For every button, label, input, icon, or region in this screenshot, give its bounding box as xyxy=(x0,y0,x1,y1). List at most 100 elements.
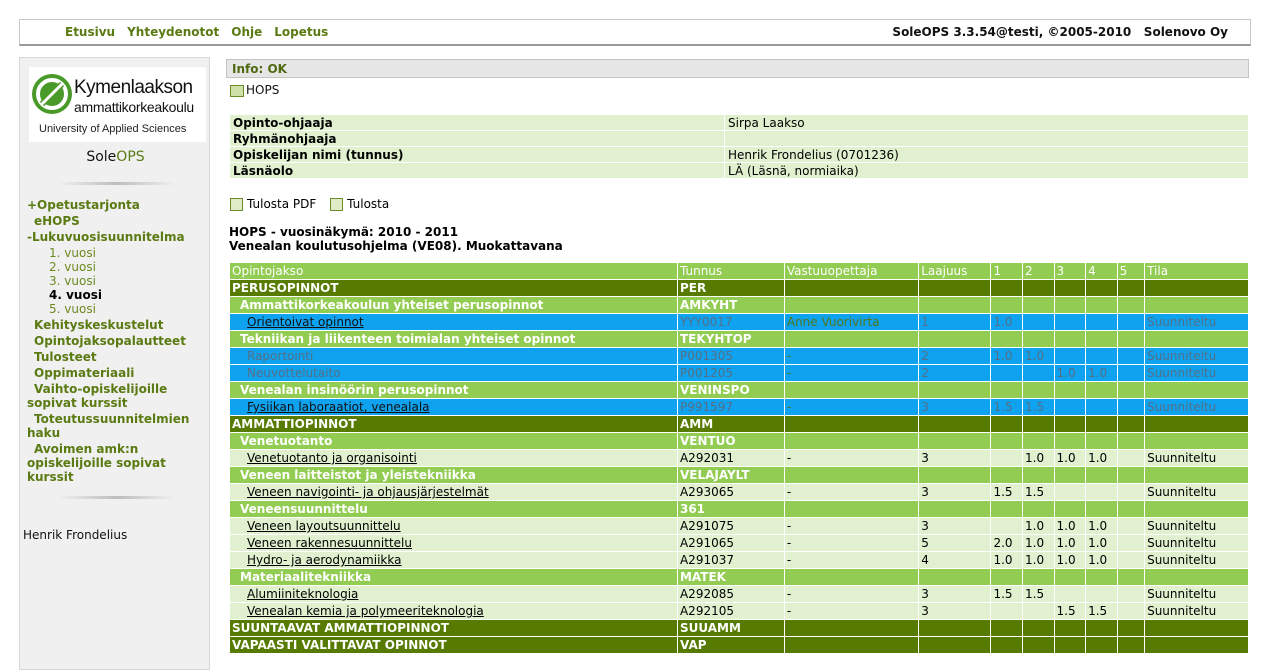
course-name-link[interactable]: Hydro- ja aerodynamiikka xyxy=(247,553,401,567)
empty-cell xyxy=(784,416,919,432)
empty-cell xyxy=(1117,637,1145,653)
menu-oppimateriaali[interactable]: Oppimateriaali xyxy=(27,366,207,380)
print-button[interactable]: Tulosta xyxy=(330,197,389,211)
course-name[interactable]: Venealan kemia ja polymeeriteknologia xyxy=(230,603,677,619)
course-name[interactable]: Venetuotanto ja organisointi xyxy=(230,450,677,466)
section-name: Venetuotanto xyxy=(230,433,677,449)
print-pdf-button[interactable]: Tulosta PDF xyxy=(230,197,316,211)
nav-ohje[interactable]: Ohje xyxy=(231,25,262,39)
course-credits: 1 xyxy=(919,314,991,330)
empty-cell xyxy=(1117,297,1145,313)
menu-avoimen-amk[interactable]: Avoimen amk:n opiskelijoille sopivat kur… xyxy=(27,442,207,484)
course-name-link[interactable]: Venealan kemia ja polymeeriteknologia xyxy=(247,604,484,618)
info-row: Opiskelijan nimi (tunnus) Henrik Frondeli… xyxy=(230,147,1248,162)
empty-cell xyxy=(1117,331,1145,347)
empty-cell xyxy=(919,433,991,449)
empty-cell xyxy=(991,297,1023,313)
course-name[interactable]: Orientoivat opinnot xyxy=(230,314,677,330)
print-actions: Tulosta PDF Tulosta xyxy=(230,197,389,211)
course-credits: 2 xyxy=(919,348,991,364)
course-name-link[interactable]: Veneen rakennesuunnittelu xyxy=(247,536,412,550)
course-code: A291037 xyxy=(677,552,784,568)
top-bar: Etusivu Yhteydenotot Ohje Lopetus SoleOP… xyxy=(19,19,1251,46)
course-code: P001205 xyxy=(677,365,784,381)
menu-opetustarjonta[interactable]: +Opetustarjonta xyxy=(27,198,207,212)
subsection-row: Veneensuunnittelu 361 xyxy=(230,501,1248,517)
nav-etusivu[interactable]: Etusivu xyxy=(65,25,115,39)
course-status: Suunniteltu xyxy=(1145,365,1248,381)
course-name[interactable]: Veneen rakennesuunnittelu xyxy=(230,535,677,551)
section-row: VAPAASTI VALITTAVAT OPINNOT VAP xyxy=(230,637,1248,653)
empty-cell xyxy=(1086,382,1117,398)
course-name[interactable]: Hydro- ja aerodynamiikka xyxy=(230,552,677,568)
menu-vaihto[interactable]: Vaihto-opiskelijoille sopivat kurssit xyxy=(27,382,207,410)
period-value: 1.0 xyxy=(1086,450,1117,466)
period-value xyxy=(1117,450,1145,466)
menu-year-4[interactable]: 4. vuosi xyxy=(27,288,207,302)
section-name: SUUNTAAVAT AMMATTIOPINNOT xyxy=(230,620,677,636)
menu-year-2[interactable]: 2. vuosi xyxy=(27,260,207,274)
period-value xyxy=(1117,552,1145,568)
student-info-table: Opinto-ohjaaja Sirpa Laakso Ryhmänohjaaja O… xyxy=(229,114,1249,179)
hops-link[interactable]: HOPS xyxy=(230,83,279,97)
print-pdf-label: Tulosta PDF xyxy=(247,197,317,211)
course-status: Suunniteltu xyxy=(1145,484,1248,500)
column-header: 3 xyxy=(1054,263,1086,279)
course-code: P001305 xyxy=(677,348,784,364)
course-status: Suunniteltu xyxy=(1145,552,1248,568)
empty-cell xyxy=(919,569,991,585)
course-name-text[interactable]: Fysiikan laboraatiot, venealala xyxy=(247,400,430,414)
empty-cell xyxy=(991,331,1023,347)
course-code: A292085 xyxy=(677,586,784,602)
menu-tulosteet[interactable]: Tulosteet xyxy=(27,350,207,364)
course-name[interactable]: Fysiikan laboraatiot, venealala xyxy=(230,399,677,415)
period-value xyxy=(991,518,1023,534)
course-name-link[interactable]: Veneen layoutsuunnittelu xyxy=(247,519,401,533)
course-name-text[interactable]: Orientoivat opinnot xyxy=(247,315,364,329)
section-code: VAP xyxy=(677,637,784,653)
menu-year-1[interactable]: 1. vuosi xyxy=(27,246,207,260)
menu-year-5[interactable]: 5. vuosi xyxy=(27,302,207,316)
info-bar: Info: OK xyxy=(226,59,1249,78)
course-code: A293065 xyxy=(677,484,784,500)
period-value: 1.0 xyxy=(991,314,1023,330)
menu-year-3[interactable]: 3. vuosi xyxy=(27,274,207,288)
section-name: Materiaalitekniikka xyxy=(230,569,677,585)
empty-cell xyxy=(784,382,919,398)
period-value: 1.5 xyxy=(1054,603,1086,619)
empty-cell xyxy=(1086,416,1117,432)
empty-cell xyxy=(1023,467,1054,483)
empty-cell xyxy=(1054,280,1086,296)
menu-opintojaksopalautteet[interactable]: Opintojaksopalautteet xyxy=(27,334,207,348)
course-name-link[interactable]: Alumiiniteknologia xyxy=(247,587,358,601)
course-name: Neuvottelutaito xyxy=(230,365,677,381)
empty-cell xyxy=(919,637,991,653)
empty-cell xyxy=(784,637,919,653)
empty-cell xyxy=(1145,501,1248,517)
section-row: PERUSOPINNOT PER xyxy=(230,280,1248,296)
section-name: Tekniikan ja liikenteen toimialan yhteis… xyxy=(230,331,677,347)
course-row: Veneen layoutsuunnittelu A291075-3 1.0 1.0 1… xyxy=(230,518,1248,534)
section-name: Venealan insinöörin perusopinnot xyxy=(230,382,677,398)
menu-toteutussuunnitelmien-haku[interactable]: Toteutussuunnitelmien haku xyxy=(27,412,207,440)
course-name[interactable]: Veneen navigointi- ja ohjausjärjestelmät xyxy=(230,484,677,500)
period-value xyxy=(1117,484,1145,500)
course-name[interactable]: Alumiiniteknologia xyxy=(230,586,677,602)
subsection-row: Tekniikan ja liikenteen toimialan yhteis… xyxy=(230,331,1248,347)
nav-lopetus[interactable]: Lopetus xyxy=(274,25,328,39)
course-name-link[interactable]: Veneen navigointi- ja ohjausjärjestelmät xyxy=(247,485,489,499)
course-name-link[interactable]: Venetuotanto ja organisointi xyxy=(247,451,417,465)
empty-cell xyxy=(1145,382,1248,398)
section-code: TEKYHTOP xyxy=(677,331,784,347)
section-row: SUUNTAAVAT AMMATTIOPINNOT SUUAMM xyxy=(230,620,1248,636)
column-header: Laajuus xyxy=(919,263,991,279)
period-value xyxy=(1086,314,1117,330)
period-value: 1.0 xyxy=(1023,535,1054,551)
empty-cell xyxy=(919,331,991,347)
menu-ehops[interactable]: eHOPS xyxy=(27,214,207,228)
menu-kehityskeskustelut[interactable]: Kehityskeskustelut xyxy=(27,318,207,332)
course-name[interactable]: Veneen layoutsuunnittelu xyxy=(230,518,677,534)
menu-lukuvuosisuunnitelma[interactable]: -Lukuvuosisuunnitelma xyxy=(27,230,207,244)
course-name-text: Raportointi xyxy=(247,349,314,363)
nav-yhteydenotot[interactable]: Yhteydenotot xyxy=(127,25,219,39)
